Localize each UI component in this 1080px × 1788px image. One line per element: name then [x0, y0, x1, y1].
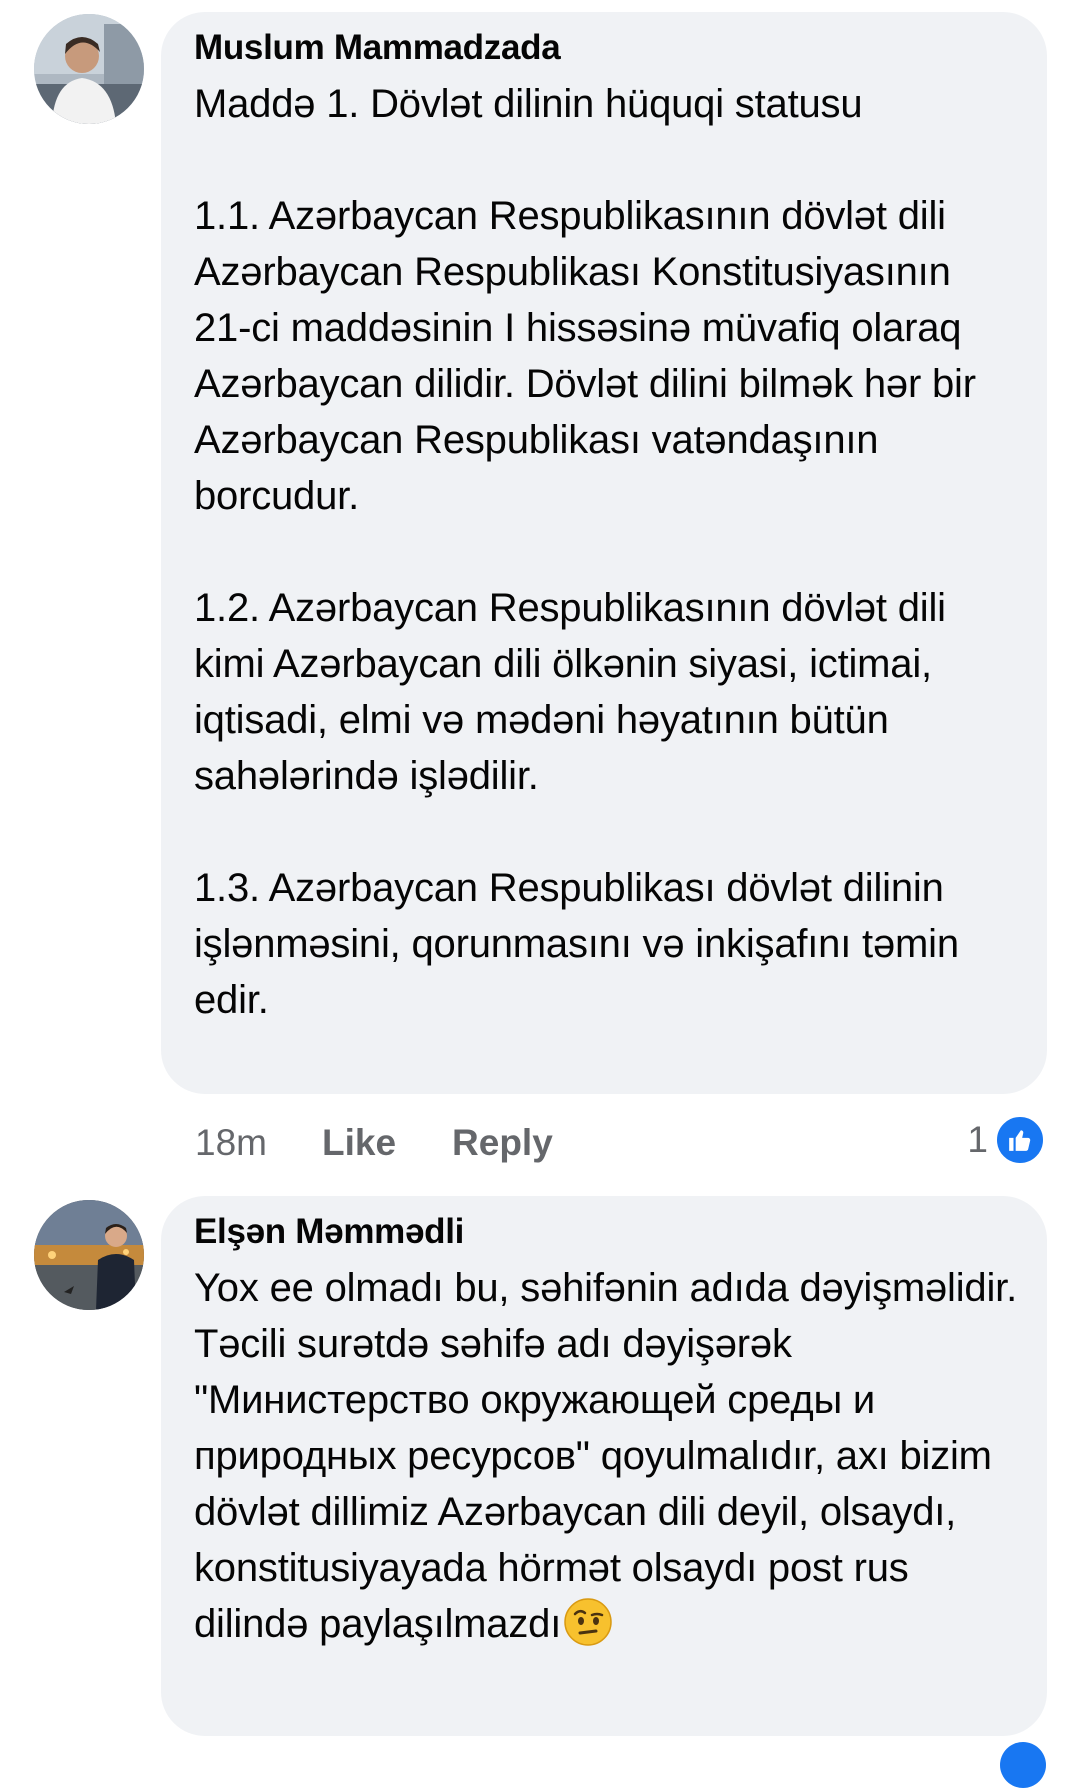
- avatar[interactable]: [34, 14, 144, 124]
- avatar-photo-icon: [34, 1200, 144, 1310]
- reaction-count: 1: [967, 1119, 988, 1160]
- comment-text: Yox ee olmadı bu, səhifənin adıda dəyişm…: [194, 1260, 1017, 1652]
- avatar-photo-icon: [34, 14, 144, 124]
- comment-author[interactable]: Muslum Mammadzada: [194, 26, 1017, 70]
- comment-bubble: Muslum Mammadzada Maddə 1. Dövlət dilini…: [161, 12, 1047, 1094]
- comment-timestamp[interactable]: 18m: [195, 1122, 267, 1164]
- like-thumb-icon: [994, 1114, 1046, 1166]
- reaction-badge-icon: [1000, 1742, 1046, 1788]
- comment-author[interactable]: Elşən Məmmədli: [194, 1210, 1017, 1254]
- comment-text: Maddə 1. Dövlət dilinin hüquqi statusu 1…: [194, 82, 976, 1022]
- like-button[interactable]: Like: [322, 1122, 396, 1164]
- comment-bubble: Elşən Məmmədli Yox ee olmadı bu, səhifən…: [161, 1196, 1047, 1736]
- reaction-summary[interactable]: 1: [967, 1114, 1046, 1166]
- comment-actions: 18m Like Reply: [195, 1118, 553, 1168]
- face-with-raised-eyebrow-icon: [563, 1597, 613, 1647]
- avatar[interactable]: [34, 1200, 144, 1310]
- comment-text-content: Yox ee olmadı bu, səhifənin adıda dəyişm…: [194, 1266, 1017, 1646]
- reply-button[interactable]: Reply: [452, 1122, 553, 1164]
